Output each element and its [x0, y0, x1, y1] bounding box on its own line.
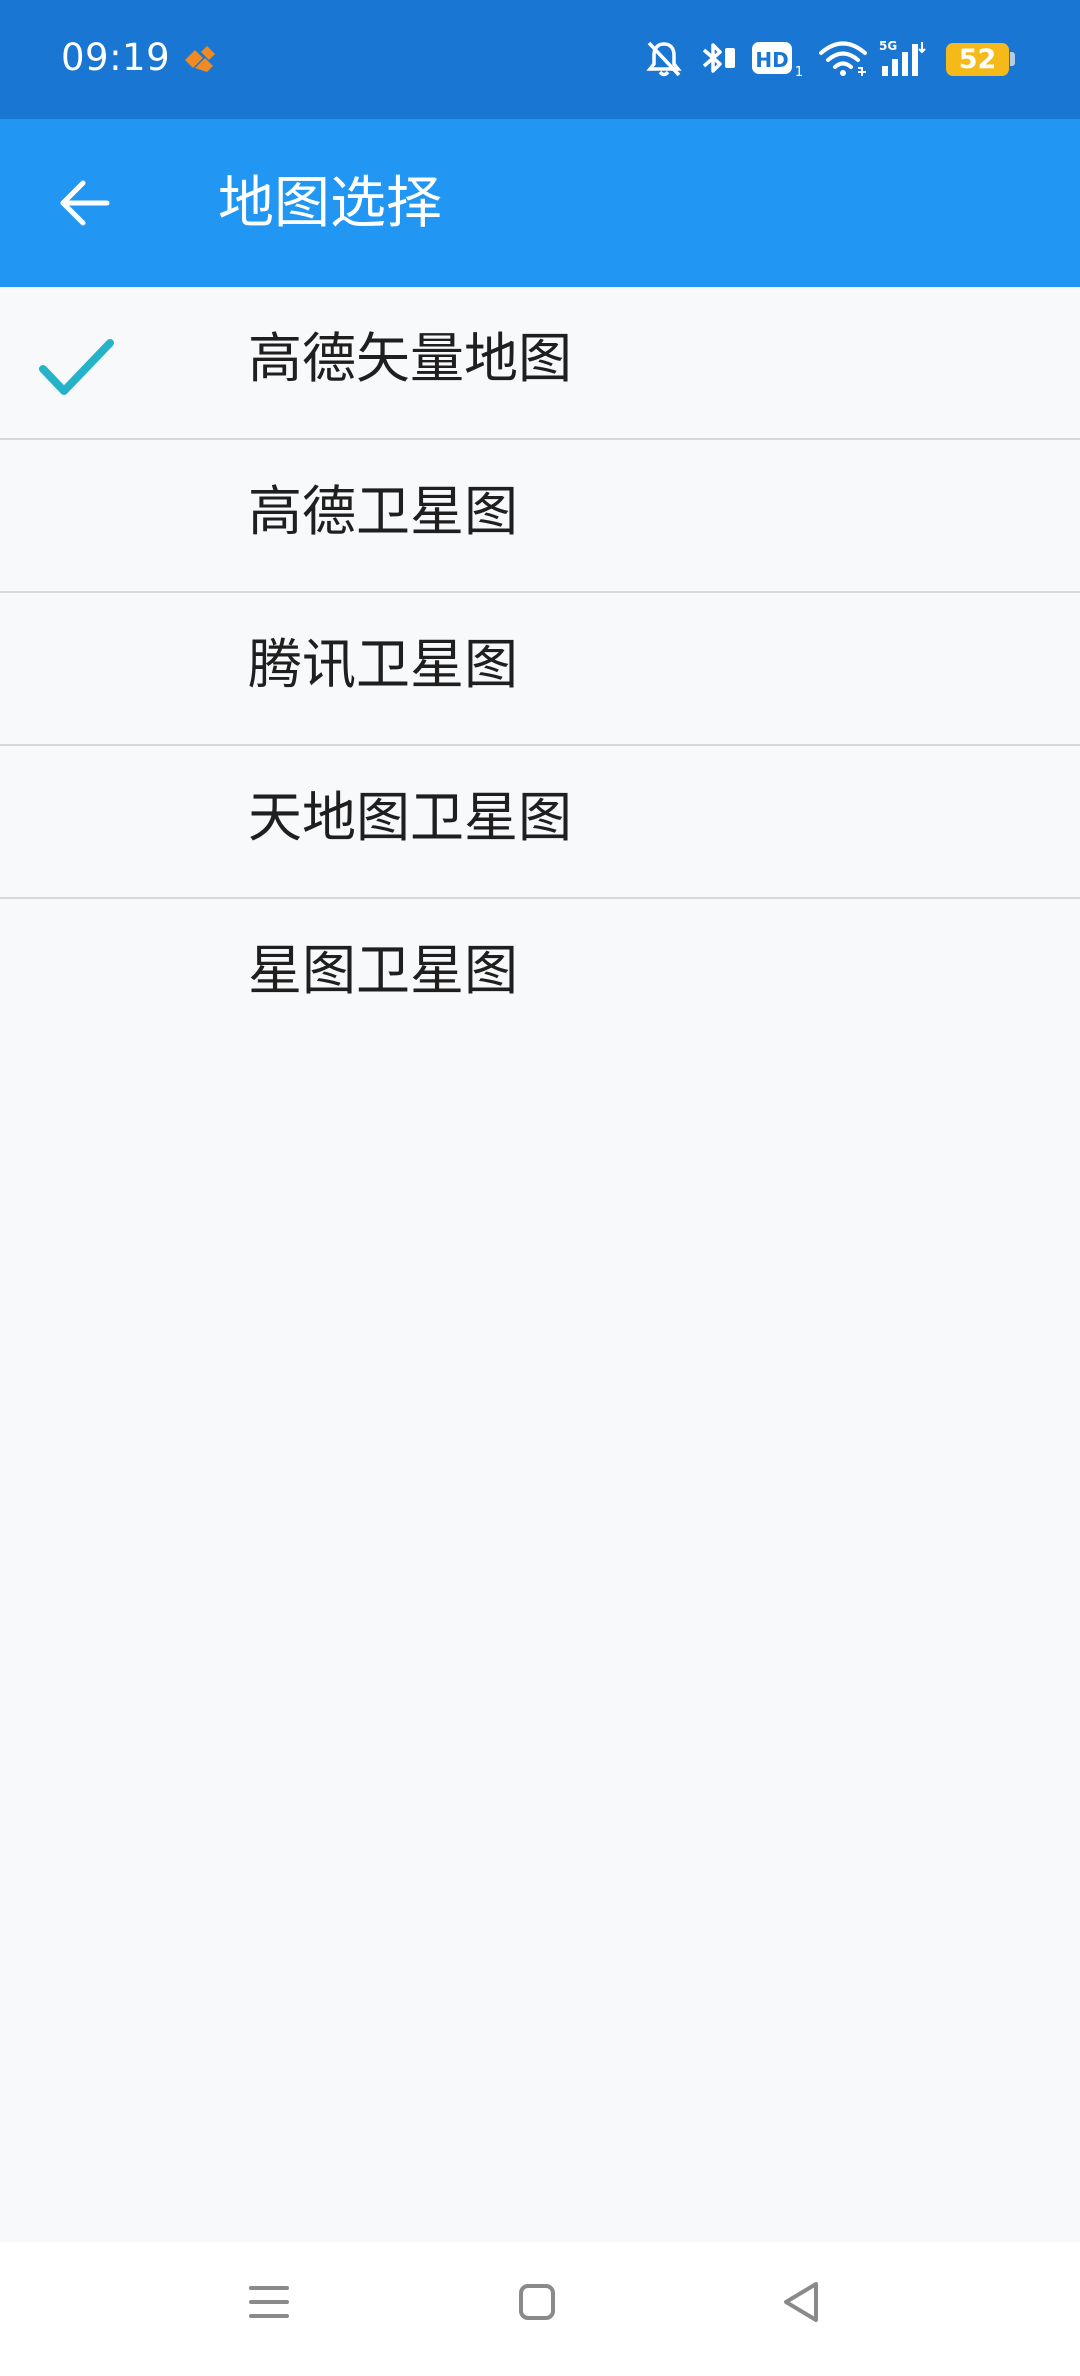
back-triangle-icon — [784, 2282, 818, 2322]
app-notification-icon — [185, 46, 215, 72]
list-item-tianditu-satellite[interactable]: 天地图卫星图 — [0, 746, 1080, 899]
list-item-amap-vector[interactable]: 高德矢量地图 — [0, 287, 1080, 440]
list-item-amap-satellite[interactable]: 高德卫星图 — [0, 440, 1080, 593]
system-nav-bar — [0, 2242, 1080, 2376]
svg-text:HD: HD — [755, 48, 788, 72]
cellular-5g-signal-icon: 5G — [879, 39, 926, 76]
wifi-icon — [819, 41, 867, 76]
list-item-label: 高德矢量地图 — [248, 327, 572, 390]
svg-text:5G: 5G — [879, 39, 897, 53]
list-item-startu-satellite[interactable]: 星图卫星图 — [0, 899, 1080, 1050]
app-bar: 地图选择 — [0, 119, 1080, 287]
check-icon — [39, 339, 114, 395]
menu-icon — [249, 2286, 289, 2318]
home-button[interactable] — [482, 2264, 592, 2340]
battery-tip — [1010, 52, 1015, 66]
battery-icon: 52 — [946, 43, 1009, 76]
list-item-label: 高德卫星图 — [248, 480, 518, 543]
list-item-label: 天地图卫星图 — [248, 786, 572, 849]
status-bar: 09:19 HD 1 5G 52 — [0, 0, 1080, 119]
list-item-label: 腾讯卫星图 — [248, 633, 518, 696]
list-item-tencent-satellite[interactable]: 腾讯卫星图 — [0, 593, 1080, 746]
bluetooth-icon — [702, 43, 735, 73]
arrow-left-icon — [60, 180, 110, 226]
mute-notification-icon — [646, 41, 682, 77]
status-time: 09:19 — [61, 36, 171, 79]
recent-apps-button[interactable] — [214, 2264, 324, 2340]
hd-call-icon: HD 1 — [752, 42, 803, 78]
map-option-list: 高德矢量地图 高德卫星图 腾讯卫星图 天地图卫星图 星图卫星图 — [0, 287, 1080, 1050]
battery-level: 52 — [958, 44, 997, 75]
nav-back-button[interactable] — [746, 2264, 856, 2340]
page-title: 地图选择 — [218, 171, 442, 236]
list-item-label: 星图卫星图 — [248, 939, 518, 1002]
svg-text:1: 1 — [795, 65, 803, 78]
home-icon — [519, 2284, 555, 2320]
back-button[interactable] — [38, 163, 130, 243]
